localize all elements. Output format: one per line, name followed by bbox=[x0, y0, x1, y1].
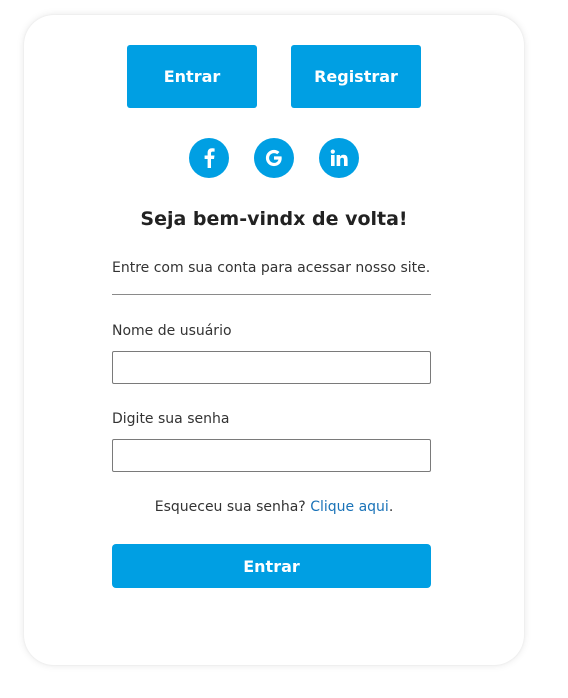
register-tab-button[interactable]: Registrar bbox=[291, 45, 421, 108]
facebook-login-button[interactable] bbox=[189, 138, 229, 178]
username-label: Nome de usuário bbox=[112, 323, 232, 339]
password-label: Digite sua senha bbox=[112, 411, 230, 427]
login-card: Entrar Registrar Seja bem-vindx de volta… bbox=[24, 15, 524, 665]
google-icon bbox=[264, 148, 284, 168]
facebook-icon bbox=[203, 148, 215, 168]
login-tab-button[interactable]: Entrar bbox=[127, 45, 257, 108]
forgot-password-link[interactable]: Clique aqui bbox=[310, 499, 389, 515]
forgot-password-suffix: . bbox=[388, 499, 394, 515]
page-title: Seja bem-vindx de volta! bbox=[140, 208, 408, 230]
forgot-password-text: Esqueceu sua senha? Clique aqui. bbox=[24, 499, 524, 515]
google-login-button[interactable] bbox=[254, 138, 294, 178]
page-subtitle: Entre com sua conta para acessar nosso s… bbox=[112, 260, 431, 276]
linkedin-icon bbox=[330, 149, 348, 167]
username-input[interactable] bbox=[112, 351, 431, 384]
submit-login-button[interactable]: Entrar bbox=[112, 544, 431, 588]
linkedin-login-button[interactable] bbox=[319, 138, 359, 178]
divider bbox=[112, 294, 431, 295]
password-input[interactable] bbox=[112, 439, 431, 472]
forgot-password-question: Esqueceu sua senha? bbox=[154, 499, 306, 515]
